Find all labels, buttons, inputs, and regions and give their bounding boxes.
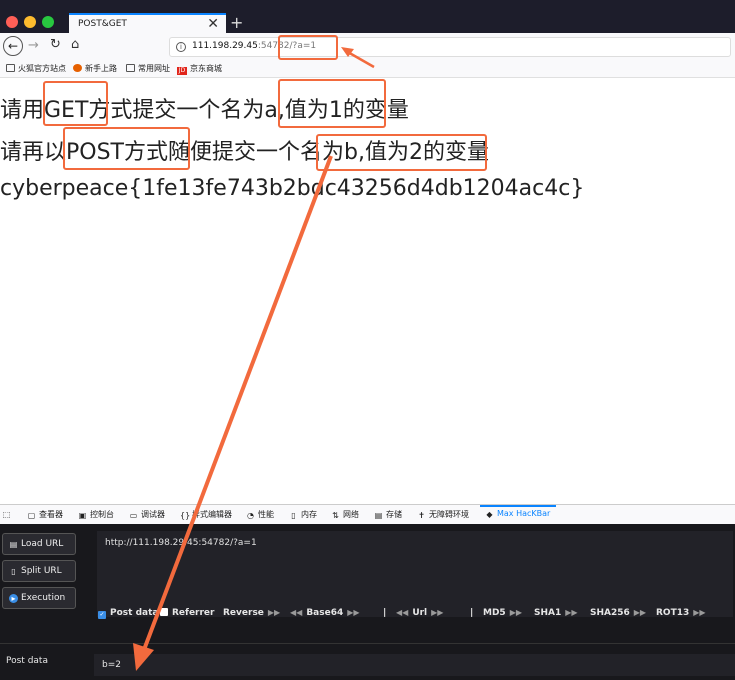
bookmarks-bar: 火狐官方站点 新手上路 常用网址 JD 京东商城 xyxy=(0,61,735,78)
devtools-tab-memory[interactable]: ▯ 内存 xyxy=(289,509,317,520)
hackbar-icon: ◆ xyxy=(486,510,493,519)
minimize-window-button[interactable] xyxy=(24,16,36,28)
panel-divider xyxy=(0,643,735,644)
load-url-button[interactable]: ▤ Load URL xyxy=(2,533,76,555)
devtools-tab-bar: ⬚ ▢ 查看器 ▣ 控制台 ▭ 调试器 {} 样式编辑器 ◔ 性能 ▯ 内存 ⇅ 网络 ▤ 存储… xyxy=(0,504,735,524)
chevron-right-icon: ▶▶ xyxy=(509,608,523,617)
inspector-icon: ▢ xyxy=(27,511,36,520)
debugger-icon: ▭ xyxy=(129,511,138,520)
devtools-tab-inspector[interactable]: ▢ 查看器 xyxy=(27,509,63,520)
tab-title: POST&GET xyxy=(78,19,127,29)
reload-button[interactable]: ↻ xyxy=(50,37,61,52)
jd-icon: JD xyxy=(177,67,187,75)
flag-text: cyberpeace{1fe13fe743b2bdc43256d4db1204a… xyxy=(0,176,585,201)
rot13-menu[interactable]: ROT13 ▶▶ xyxy=(656,608,706,618)
folder-icon xyxy=(6,64,15,72)
close-tab-icon[interactable]: ✕ xyxy=(207,16,219,32)
annotation-box xyxy=(278,35,338,60)
chevron-right-icon: ▶▶ xyxy=(693,608,706,617)
load-url-icon: ▤ xyxy=(9,540,18,549)
arrow-left-icon: ← xyxy=(7,39,19,53)
window-title-bar: POST&GET ✕ + xyxy=(0,0,735,34)
devtools-tab-console[interactable]: ▣ 控制台 xyxy=(78,509,114,520)
devtools-tab-style-editor[interactable]: {} 样式编辑器 xyxy=(180,509,232,520)
checkbox-checked-icon: ✓ xyxy=(98,611,106,619)
browser-tab[interactable]: POST&GET ✕ xyxy=(69,13,226,34)
chevron-right-icon: ▶▶ xyxy=(347,608,360,617)
post-data-checkbox[interactable]: ✓ Post data xyxy=(98,608,158,619)
url-menu[interactable]: ◀◀ Url ▶▶ xyxy=(396,608,443,618)
reload-icon: ↻ xyxy=(50,37,61,52)
style-editor-icon: {} xyxy=(180,511,191,520)
storage-icon: ▤ xyxy=(374,511,383,520)
base64-menu[interactable]: ◀◀ Base64 ▶▶ xyxy=(290,608,360,618)
address-bar[interactable]: i 111.198.29.45:54782/?a=1 xyxy=(169,37,731,57)
devtools-tab-network[interactable]: ⇅ 网络 xyxy=(331,509,359,520)
post-data-value: b=2 xyxy=(102,660,121,670)
execution-button[interactable]: ▸ Execution xyxy=(2,587,76,609)
bookmark-item[interactable]: 常用网址 xyxy=(126,63,170,74)
network-icon: ⇅ xyxy=(332,511,339,520)
info-icon[interactable]: i xyxy=(176,42,186,52)
active-tab-indicator xyxy=(480,505,556,507)
devtools-tab-accessibility[interactable]: ✝ 无障碍环境 xyxy=(417,509,469,520)
annotation-box xyxy=(316,134,487,171)
split-url-icon: ▯ xyxy=(11,567,16,576)
options-separator: | xyxy=(383,608,387,618)
new-tab-button[interactable]: + xyxy=(230,13,243,32)
devtools-tab-storage[interactable]: ▤ 存储 xyxy=(374,509,402,520)
bookmark-item[interactable]: 火狐官方站点 xyxy=(6,63,66,74)
hackbar-options-row: ✓ Post data Referrer Reverse ▶▶ ◀◀ Base64 ▶▶… xyxy=(0,608,735,628)
sha1-menu[interactable]: SHA1 ▶▶ xyxy=(534,608,578,618)
annotation-box xyxy=(278,79,386,128)
execution-icon: ▸ xyxy=(9,594,18,603)
devtools-tab-performance[interactable]: ◔ 性能 xyxy=(246,509,274,520)
options-separator: | xyxy=(470,608,474,618)
hackbar-url-field[interactable]: http://111.198.29.45:54782/?a=1 xyxy=(97,531,733,617)
chevron-right-icon: ▶▶ xyxy=(633,608,647,617)
devtools-tab-hackbar[interactable]: ◆ Max HacKBar xyxy=(485,509,550,519)
pick-element-button[interactable]: ⬚ xyxy=(2,509,14,519)
bookmark-item[interactable]: 新手上路 xyxy=(73,63,117,74)
referrer-checkbox[interactable]: Referrer xyxy=(160,608,214,618)
close-window-button[interactable] xyxy=(6,16,18,28)
sha256-menu[interactable]: SHA256 ▶▶ xyxy=(590,608,646,618)
firefox-icon xyxy=(73,64,82,72)
chevron-right-icon: ▶▶ xyxy=(267,608,281,617)
reverse-menu[interactable]: Reverse ▶▶ xyxy=(223,608,280,618)
split-url-button[interactable]: ▯ Split URL xyxy=(2,560,76,582)
checkbox-unchecked-icon xyxy=(160,608,168,616)
chevron-left-icon: ◀◀ xyxy=(290,608,303,617)
post-data-label: Post data xyxy=(6,656,48,666)
url-host: 111.198.29.45 xyxy=(192,41,258,51)
bookmark-item[interactable]: JD 京东商城 xyxy=(177,63,222,75)
annotation-box xyxy=(43,81,108,126)
md5-menu[interactable]: MD5 ▶▶ xyxy=(483,608,522,618)
home-button[interactable]: ⌂ xyxy=(71,37,79,52)
chevron-right-icon: ▶▶ xyxy=(431,608,444,617)
back-button[interactable]: ← xyxy=(3,36,23,56)
arrow-right-icon: → xyxy=(28,38,39,53)
hackbar-panel: ▤ Load URL ▯ Split URL ▸ Execution http://1… xyxy=(0,524,735,680)
forward-button[interactable]: → xyxy=(28,38,39,53)
post-data-input[interactable]: b=2 xyxy=(94,654,735,676)
devtools-tab-debugger[interactable]: ▭ 调试器 xyxy=(129,509,165,520)
navigation-toolbar: ← → ↻ ⌂ i 111.198.29.45:54782/?a=1 xyxy=(0,33,735,61)
annotation-box xyxy=(63,127,190,170)
accessibility-icon: ✝ xyxy=(418,511,425,520)
chevron-left-icon: ◀◀ xyxy=(396,608,409,617)
memory-icon: ▯ xyxy=(291,511,296,520)
home-icon: ⌂ xyxy=(71,37,80,52)
pick-element-icon: ⬚ xyxy=(2,510,11,519)
folder-icon xyxy=(126,64,135,72)
chevron-right-icon: ▶▶ xyxy=(565,608,578,617)
console-icon: ▣ xyxy=(78,511,87,520)
hackbar-url-value: http://111.198.29.45:54782/?a=1 xyxy=(105,538,257,548)
performance-icon: ◔ xyxy=(247,511,254,520)
zoom-window-button[interactable] xyxy=(42,16,54,28)
